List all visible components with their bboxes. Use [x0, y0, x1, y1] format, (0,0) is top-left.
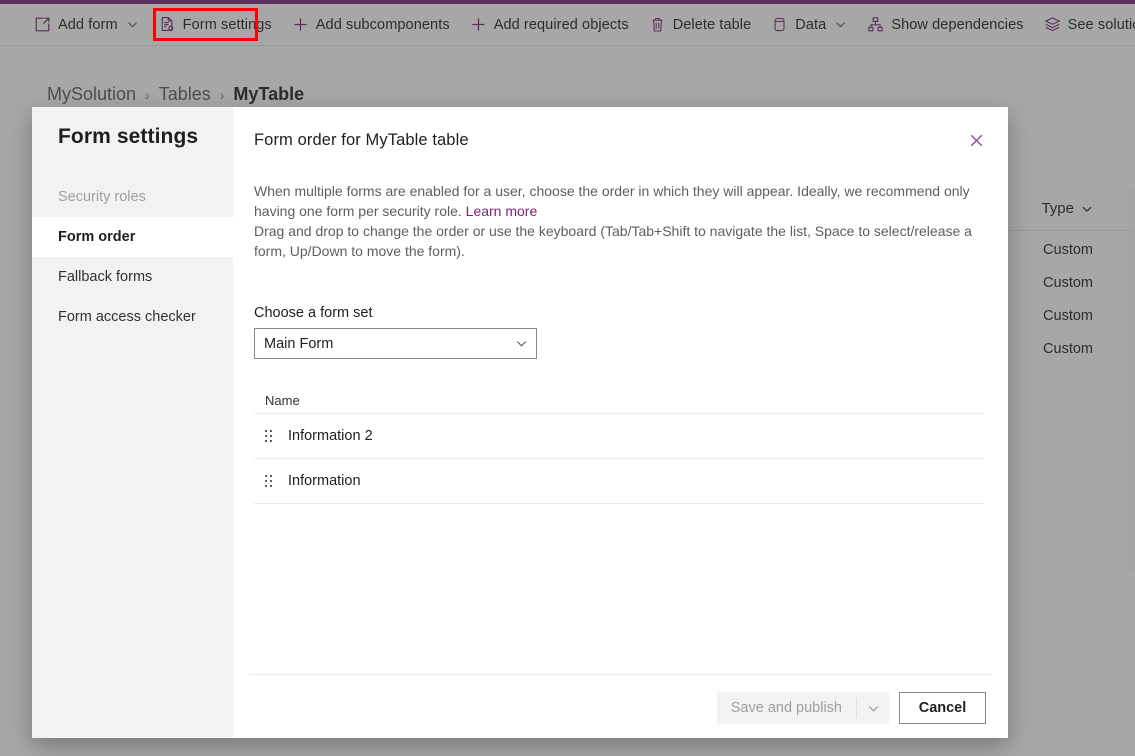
dialog-main-pane: Form order for MyTable table When multip… [233, 107, 1008, 738]
dialog-nav-title: Form settings [58, 125, 199, 148]
chevron-down-icon[interactable] [515, 337, 528, 350]
list-item-label: Information 2 [288, 428, 373, 444]
nav-item-form-order[interactable]: Form order [32, 217, 233, 257]
dialog-body: When multiple forms are enabled for a us… [233, 181, 1008, 504]
dialog-footer: Save and publish Cancel [233, 674, 1008, 738]
form-order-column-name: Name [265, 392, 300, 408]
drag-handle-icon[interactable] [265, 429, 276, 443]
save-and-publish-button: Save and publish [730, 700, 842, 716]
drag-handle-icon[interactable] [265, 474, 276, 488]
nav-item-security-roles: Security roles [32, 177, 233, 217]
dialog-header: Form order for MyTable table [233, 107, 1008, 156]
nav-item-fallback-forms-label: Fallback forms [58, 269, 153, 285]
close-icon[interactable] [960, 124, 992, 156]
list-item[interactable]: Information 2 [254, 414, 984, 459]
dialog-description: When multiple forms are enabled for a us… [254, 181, 984, 261]
nav-item-form-order-label: Form order [58, 229, 136, 245]
form-set-label: Choose a form set [254, 305, 373, 321]
footer-divider [249, 674, 992, 675]
form-set-dropdown[interactable]: Main Form [254, 328, 537, 359]
dialog-description-line2: Drag and drop to change the order or use… [254, 223, 972, 259]
nav-item-form-access-checker[interactable]: Form access checker [32, 297, 233, 337]
list-item[interactable]: Information [254, 459, 984, 504]
dialog-description-line1: When multiple forms are enabled for a us… [254, 183, 970, 219]
app-root: Add form Form settings Add subcomponents… [0, 0, 1135, 756]
list-item-label: Information [288, 473, 361, 489]
footer-actions: Save and publish Cancel [716, 692, 986, 724]
dialog-title: Form order for MyTable table [254, 131, 469, 149]
form-order-list: Name Information 2 Information [254, 387, 984, 504]
learn-more-link[interactable]: Learn more [466, 203, 538, 219]
nav-item-security-roles-label: Security roles [58, 189, 146, 205]
chevron-down-icon[interactable] [857, 692, 889, 724]
form-settings-dialog: Form settings Security roles Form order … [32, 107, 1008, 738]
dialog-nav-pane: Form settings Security roles Form order … [32, 107, 233, 738]
cancel-button[interactable]: Cancel [899, 692, 986, 724]
nav-item-fallback-forms[interactable]: Fallback forms [32, 257, 233, 297]
form-order-list-header: Name [254, 387, 984, 414]
nav-item-form-access-checker-label: Form access checker [58, 309, 196, 325]
save-and-publish-split-button: Save and publish [716, 692, 889, 724]
form-set-dropdown-value: Main Form [264, 335, 334, 352]
